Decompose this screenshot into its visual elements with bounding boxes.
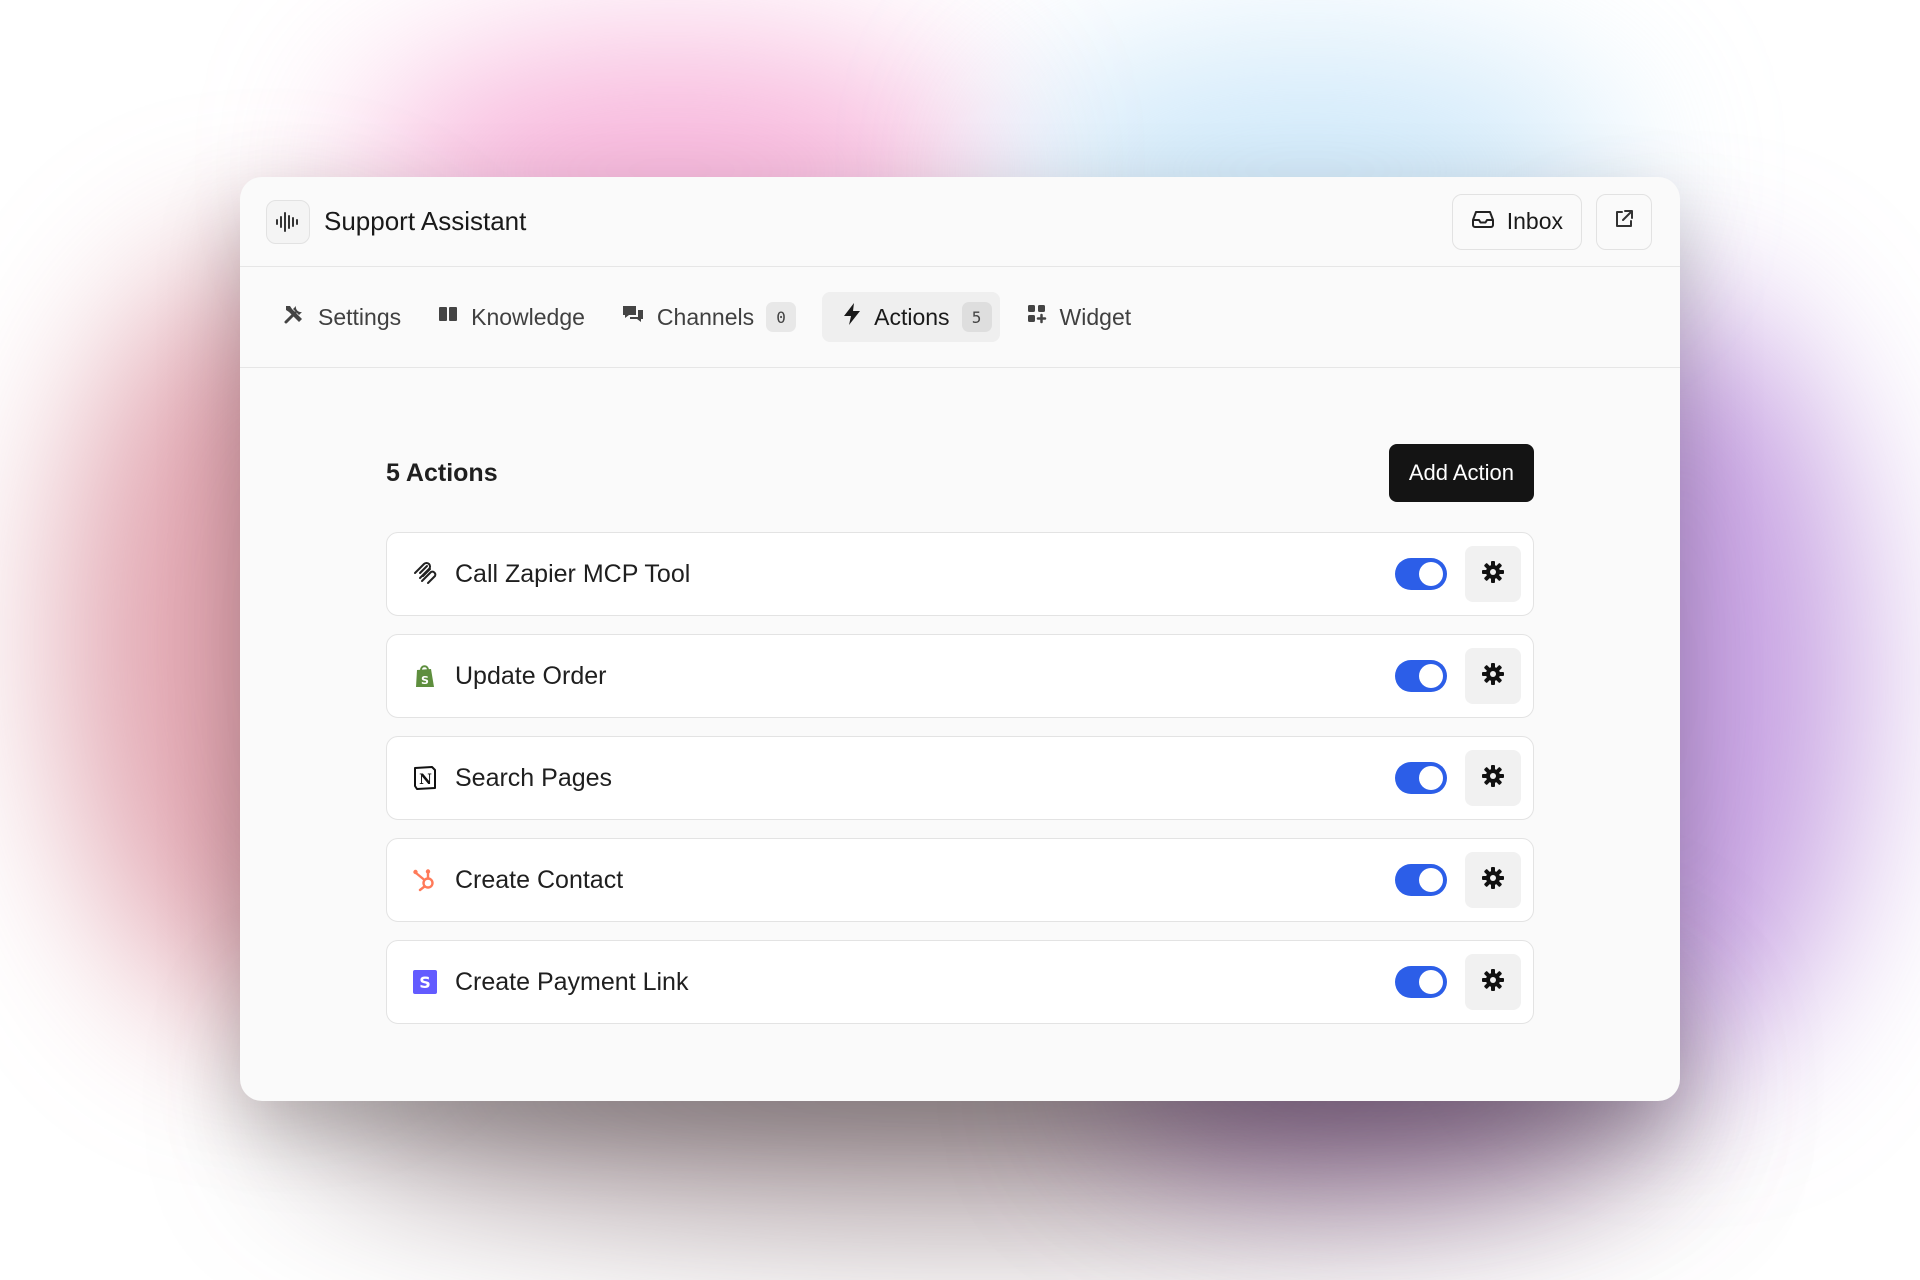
zapier-mcp-icon	[411, 560, 439, 588]
open-external-button[interactable]	[1596, 193, 1652, 250]
action-label: Create Payment Link	[455, 967, 689, 996]
waveform-icon	[266, 199, 310, 244]
app-title: Support Assistant	[324, 206, 527, 236]
svg-text:N: N	[419, 772, 432, 788]
add-action-button[interactable]: Add Action	[1388, 444, 1534, 502]
enable-toggle[interactable]	[1395, 864, 1447, 896]
action-row-create-contact[interactable]: Create Contact	[386, 838, 1534, 922]
action-label: Create Contact	[455, 865, 624, 894]
configure-button[interactable]	[1465, 852, 1521, 908]
notion-icon: N	[411, 764, 439, 792]
external-link-icon	[1613, 208, 1635, 235]
enable-toggle[interactable]	[1395, 558, 1447, 590]
action-label: Call Zapier MCP Tool	[455, 559, 691, 588]
configure-button[interactable]	[1465, 648, 1521, 704]
svg-text:S: S	[421, 674, 429, 687]
action-label: Search Pages	[455, 763, 613, 792]
tab-widget[interactable]: Widget	[1016, 292, 1142, 342]
action-row-call-zapier-mcp-tool[interactable]: Call Zapier MCP Tool	[386, 532, 1534, 616]
action-row-create-payment-link[interactable]: S Create Payment Link	[386, 940, 1534, 1024]
tab-label: Settings	[318, 303, 402, 330]
gear-icon	[1481, 866, 1505, 895]
svg-text:S: S	[419, 973, 431, 992]
stripe-icon: S	[411, 968, 439, 996]
enable-toggle[interactable]	[1395, 966, 1447, 998]
book-icon	[437, 303, 459, 331]
tab-settings[interactable]: Settings	[272, 292, 411, 342]
action-row-update-order[interactable]: S Update Order	[386, 634, 1534, 718]
gear-icon	[1481, 662, 1505, 691]
bolt-icon	[842, 302, 862, 332]
tab-label: Widget	[1059, 303, 1132, 330]
tab-knowledge[interactable]: Knowledge	[427, 292, 595, 342]
enable-toggle[interactable]	[1395, 660, 1447, 692]
gear-icon	[1481, 764, 1505, 793]
actions-count-title: 5 Actions	[386, 458, 498, 487]
gear-icon	[1481, 560, 1505, 589]
hubspot-icon	[411, 866, 439, 894]
app-window: Support Assistant Inbox Settings Knowled…	[240, 177, 1680, 1101]
inbox-button[interactable]: Inbox	[1451, 193, 1582, 250]
tab-channels[interactable]: Channels 0	[611, 292, 806, 342]
configure-button[interactable]	[1465, 750, 1521, 806]
tab-bar: Settings Knowledge Channels 0 Actions 5 …	[240, 267, 1680, 368]
action-row-search-pages[interactable]: N Search Pages	[386, 736, 1534, 820]
inbox-label: Inbox	[1506, 208, 1563, 234]
actions-header: 5 Actions Add Action	[386, 444, 1534, 502]
chat-bubbles-icon	[621, 303, 645, 331]
action-list: Call Zapier MCP Tool S Update Order N Se…	[386, 532, 1534, 1024]
gear-icon	[1481, 968, 1505, 997]
enable-toggle[interactable]	[1395, 762, 1447, 794]
tab-label: Actions	[874, 303, 950, 330]
title-bar: Support Assistant Inbox	[240, 177, 1680, 267]
actions-count-badge: 5	[961, 302, 992, 332]
tab-label: Knowledge	[471, 303, 585, 330]
configure-button[interactable]	[1465, 546, 1521, 602]
actions-panel: 5 Actions Add Action Call Zapier MCP Too…	[240, 368, 1680, 1024]
action-label: Update Order	[455, 661, 607, 690]
shopify-icon: S	[411, 662, 439, 690]
inbox-tray-icon	[1471, 208, 1495, 235]
grid-plus-icon	[1026, 303, 1048, 331]
tab-label: Channels	[656, 303, 755, 330]
configure-button[interactable]	[1465, 954, 1521, 1010]
tools-icon	[282, 302, 306, 332]
channels-count-badge: 0	[766, 302, 797, 332]
tab-actions[interactable]: Actions 5	[822, 292, 1000, 342]
